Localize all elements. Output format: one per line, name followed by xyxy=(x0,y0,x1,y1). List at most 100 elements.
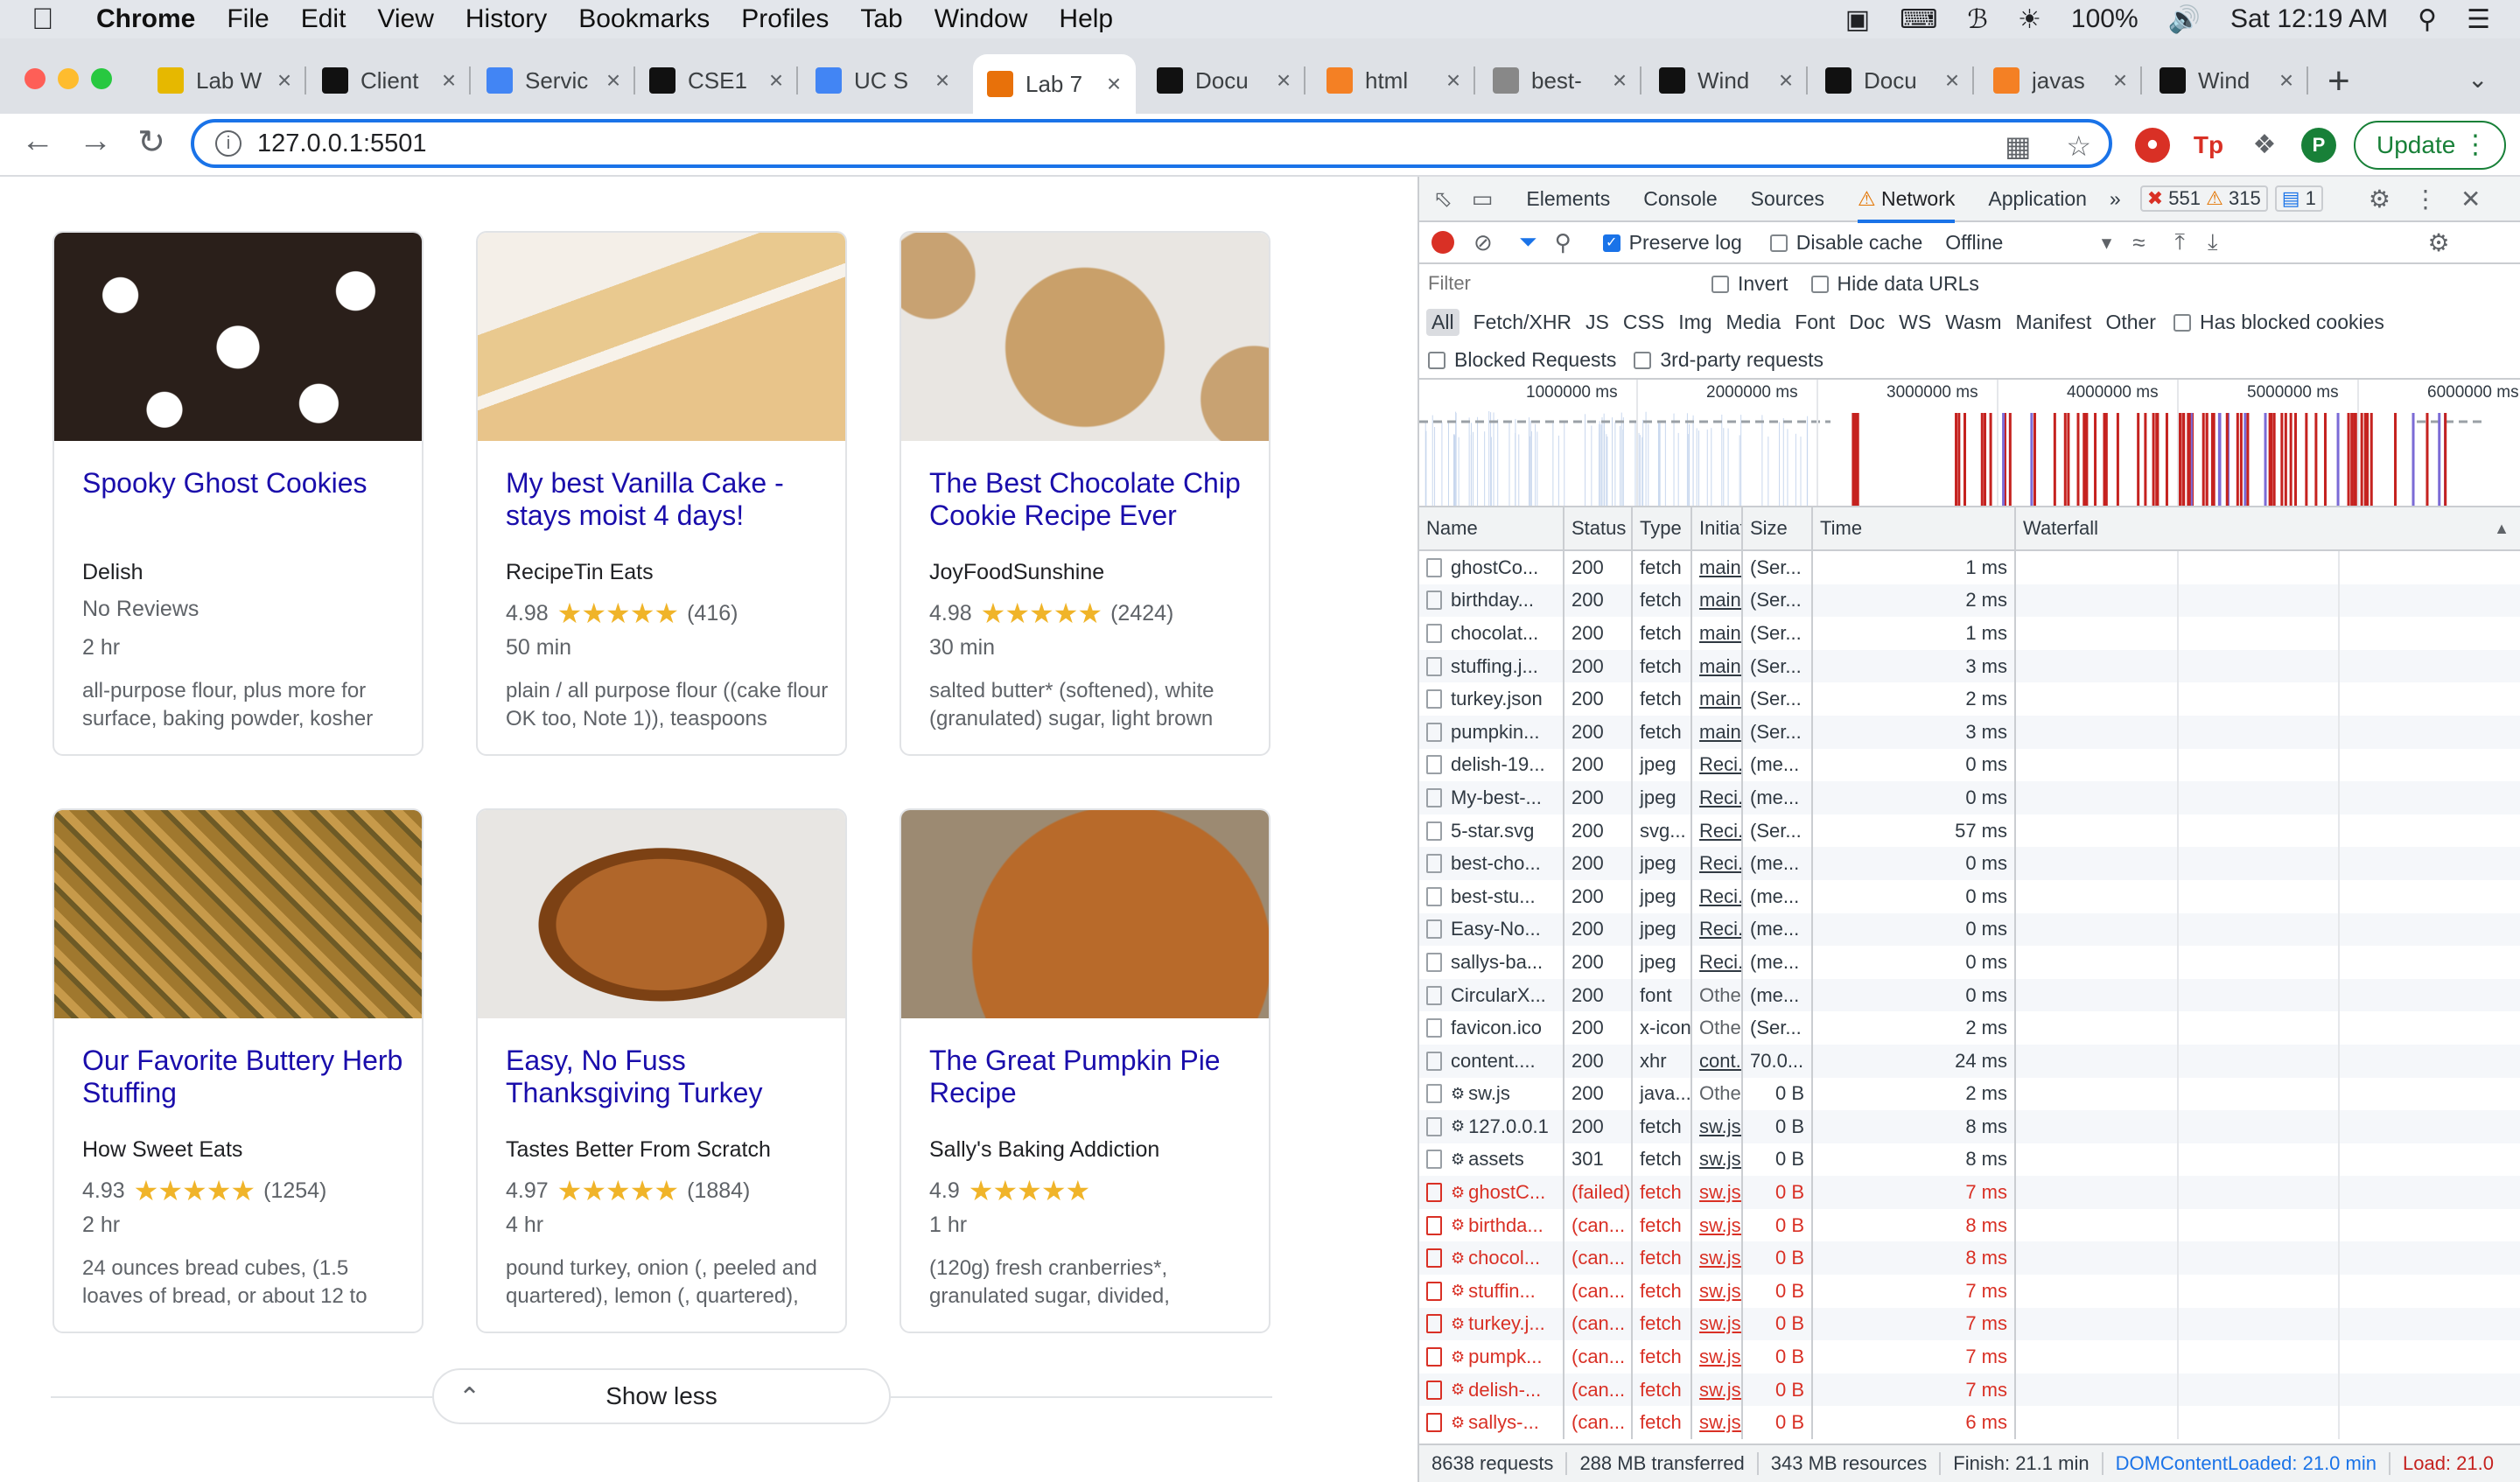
request-initiator[interactable]: sw.js... xyxy=(1699,1148,1741,1171)
type-filter-img[interactable]: Img xyxy=(1678,311,1712,334)
tab-close-icon[interactable]: × xyxy=(1939,66,1965,94)
column-header-initiator[interactable]: Initiator xyxy=(1692,507,1743,549)
tab-3[interactable]: CSE1 × xyxy=(635,54,798,107)
record-icon[interactable] xyxy=(1432,231,1454,254)
table-row[interactable]: delish-19... 200jpeg Reci...(me...0 ms xyxy=(1419,748,2520,782)
wifi-icon[interactable]: ☀ xyxy=(2018,4,2041,35)
bookmark-star-icon[interactable]: ☆ xyxy=(2066,129,2091,163)
request-initiator[interactable]: main.... xyxy=(1699,589,1741,612)
tab-close-icon[interactable]: × xyxy=(436,66,462,94)
bluetooth-icon[interactable]: ℬ xyxy=(1967,4,1988,35)
type-filter-all[interactable]: All xyxy=(1426,308,1460,336)
table-row[interactable]: birthday... 200fetch main....(Ser...2 ms xyxy=(1419,584,2520,618)
menu-view[interactable]: View xyxy=(377,4,433,34)
tab-close-icon[interactable]: × xyxy=(929,66,956,94)
tab-close-icon[interactable]: × xyxy=(2107,66,2133,94)
issue-counter[interactable]: ✖ 551 ⚠ 315 xyxy=(2139,185,2268,212)
recipe-title[interactable]: Our Favorite Buttery Herb Stuffing xyxy=(82,1045,406,1109)
request-initiator[interactable]: sw.js... xyxy=(1699,1214,1741,1237)
tab-5[interactable]: Lab 7 × xyxy=(973,54,1136,114)
close-window-button[interactable] xyxy=(24,68,46,89)
recipe-card[interactable]: Easy, No Fuss Thanksgiving Turkey Tastes … xyxy=(476,808,847,1333)
battery-percent[interactable]: 100% xyxy=(2071,4,2138,34)
request-initiator[interactable]: sw.js... xyxy=(1699,1379,1741,1402)
table-row[interactable]: turkey.json 200fetch main....(Ser...2 ms xyxy=(1419,682,2520,716)
volume-icon[interactable]: 🔊 xyxy=(2168,4,2201,35)
reload-icon[interactable]: ↻ xyxy=(130,122,173,162)
request-initiator[interactable]: main.... xyxy=(1699,688,1741,710)
table-row[interactable]: content.... 200xhr cont...70.0...24 ms xyxy=(1419,1044,2520,1078)
menu-file[interactable]: File xyxy=(227,4,269,34)
import-har-icon[interactable]: ⤒ xyxy=(2175,228,2186,256)
filter-input[interactable] xyxy=(1428,269,1690,297)
request-initiator[interactable]: sw.js... xyxy=(1699,1280,1741,1303)
ublock-extension-icon[interactable]: ⚫ xyxy=(2135,128,2170,163)
table-row[interactable]: ⚙assets301fetchsw.js...0 B8 ms xyxy=(1419,1143,2520,1177)
app-menu-chrome[interactable]: Chrome xyxy=(96,4,195,34)
request-initiator[interactable]: main.... xyxy=(1699,556,1741,579)
site-info-icon[interactable]: i xyxy=(215,130,242,157)
network-conditions-icon[interactable]: ≈ xyxy=(2132,229,2145,256)
type-filter-media[interactable]: Media xyxy=(1726,311,1782,334)
table-row[interactable]: ⚙turkey.j...(can...fetchsw.js...0 B7 ms xyxy=(1419,1307,2520,1341)
avatar[interactable]: P xyxy=(2301,128,2336,163)
back-arrow-icon[interactable]: ← xyxy=(16,122,60,160)
request-initiator[interactable]: sw.js... xyxy=(1699,1115,1741,1138)
table-row[interactable]: My-best-... 200jpeg Reci...(me...0 ms xyxy=(1419,781,2520,814)
devtools-menu-icon[interactable]: ⋮ xyxy=(2413,185,2438,213)
table-row[interactable]: CircularX... 200 font Other (me... 0 ms xyxy=(1419,978,2520,1012)
type-filter-font[interactable]: Font xyxy=(1795,311,1835,334)
tab-9[interactable]: Wind × xyxy=(1645,54,1808,107)
tab-elements[interactable]: Elements xyxy=(1526,187,1610,211)
recipe-title[interactable]: The Best Chocolate Chip Cookie Recipe Ev… xyxy=(929,467,1253,532)
search-icon[interactable]: ⚲ xyxy=(1555,229,1572,256)
tab-search-chevron-icon[interactable]: ⌄ xyxy=(2468,65,2488,94)
recipe-card[interactable]: Spooky Ghost Cookies Delish No Reviews 2 hr… xyxy=(52,231,424,756)
table-row[interactable]: pumpkin... 200fetch main....(Ser...3 ms xyxy=(1419,715,2520,749)
table-row[interactable]: ⚙pumpk...(can...fetchsw.js...0 B7 ms xyxy=(1419,1340,2520,1374)
clear-icon[interactable]: ⊘ xyxy=(1474,229,1493,256)
recipe-card[interactable]: My best Vanilla Cake - stays moist 4 day… xyxy=(476,231,847,756)
forward-arrow-icon[interactable]: → xyxy=(74,122,117,160)
table-row[interactable]: ⚙chocol...(can...fetchsw.js...0 B8 ms xyxy=(1419,1241,2520,1276)
url-text[interactable]: 127.0.0.1:5501 xyxy=(257,129,427,158)
table-row[interactable]: chocolat... 200fetch main....(Ser...1 ms xyxy=(1419,617,2520,650)
close-devtools-icon[interactable]: ✕ xyxy=(2460,185,2481,213)
minimize-window-button[interactable] xyxy=(58,68,79,89)
settings-gear-icon[interactable]: ⚙ xyxy=(2369,185,2390,213)
menu-window[interactable]: Window xyxy=(934,4,1028,34)
tab-7[interactable]: html × xyxy=(1312,54,1475,107)
tab-close-icon[interactable]: × xyxy=(763,66,789,94)
table-row[interactable]: best-cho... 200jpeg Reci...(me...0 ms xyxy=(1419,847,2520,880)
extensions-puzzle-icon[interactable]: ❖ xyxy=(2247,128,2282,163)
keyboard-icon[interactable]: ⌨ xyxy=(1900,4,1937,35)
spotlight-search-icon[interactable]: ⚲ xyxy=(2418,4,2437,35)
zoom-window-button[interactable] xyxy=(91,68,112,89)
inspect-element-icon[interactable]: ⬁ xyxy=(1433,185,1452,213)
recipe-card[interactable]: The Great Pumpkin Pie Recipe Sally's Baki… xyxy=(900,808,1270,1333)
table-row[interactable]: stuffing.j... 200fetch main....(Ser...3 ms xyxy=(1419,649,2520,683)
tab-application[interactable]: Application xyxy=(1988,187,2087,211)
request-initiator[interactable]: Reci... xyxy=(1699,951,1741,974)
type-filter-css[interactable]: CSS xyxy=(1623,311,1664,334)
update-button[interactable]: Update ⋮ xyxy=(2354,121,2506,170)
type-filter-other[interactable]: Other xyxy=(2105,311,2156,334)
table-row[interactable]: best-stu... 200jpeg Reci...(me...0 ms xyxy=(1419,879,2520,913)
new-tab-button[interactable]: + xyxy=(2328,59,2350,103)
tab-close-icon[interactable]: × xyxy=(1101,70,1127,98)
table-row[interactable]: 5-star.svg 200svg... Reci...(Ser...57 ms xyxy=(1419,814,2520,848)
has-blocked-cookies-checkbox[interactable]: Has blocked cookies xyxy=(2173,311,2384,334)
recipe-card[interactable]: Our Favorite Buttery Herb Stuffing How Sw… xyxy=(52,808,424,1333)
tab-close-icon[interactable]: × xyxy=(600,66,626,94)
menu-profiles[interactable]: Profiles xyxy=(741,4,829,34)
tab-10[interactable]: Docu × xyxy=(1811,54,1974,107)
type-filter-manifest[interactable]: Manifest xyxy=(2016,311,2092,334)
column-header-size[interactable]: Size xyxy=(1743,507,1813,549)
more-tabs-icon[interactable]: » xyxy=(2110,187,2121,211)
request-initiator[interactable]: sw.js... xyxy=(1699,1312,1741,1335)
request-initiator[interactable]: sw.js... xyxy=(1699,1181,1741,1204)
recipe-card[interactable]: The Best Chocolate Chip Cookie Recipe Ev… xyxy=(900,231,1270,756)
request-initiator[interactable]: sw.js... xyxy=(1699,1411,1741,1434)
tab-console[interactable]: Console xyxy=(1643,187,1717,211)
tab-network[interactable]: ⚠ Network xyxy=(1858,175,1956,223)
